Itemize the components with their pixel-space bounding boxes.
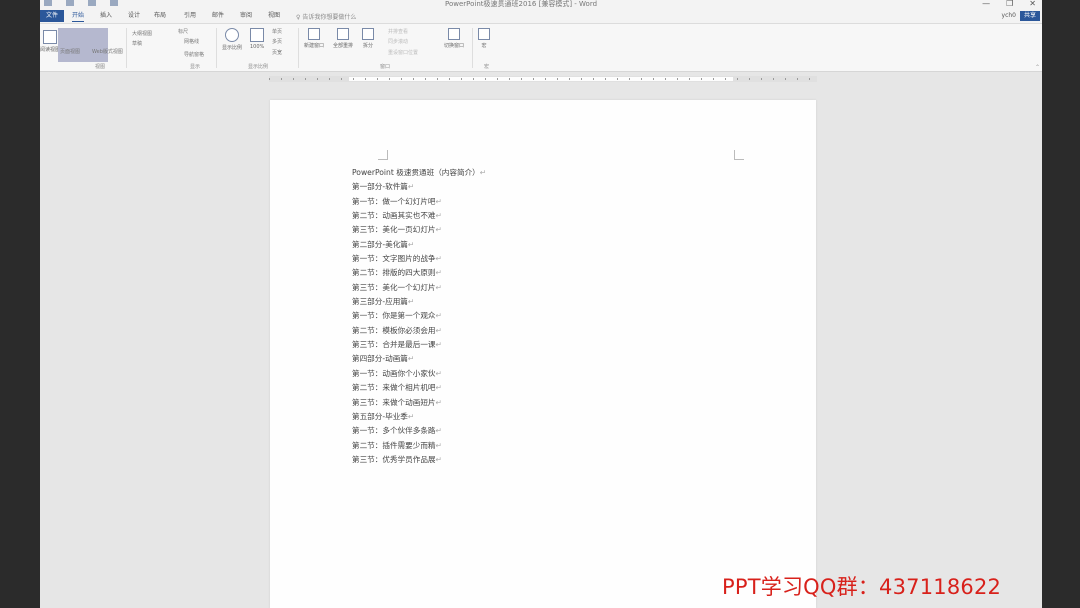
doc-line: 第一节：多个伙伴多条路↵: [352, 426, 442, 436]
margin-corner-top-right: [734, 150, 744, 160]
page-icon: [250, 28, 265, 42]
new-window-icon: [308, 28, 320, 40]
reset-window-position-item[interactable]: 重设窗口位置: [388, 49, 418, 56]
one-page-item[interactable]: 单页: [272, 28, 282, 35]
doc-line: 第一节：动画你个小家伙↵: [352, 368, 442, 378]
group-separator: [216, 28, 217, 68]
right-dark-border: [1042, 0, 1080, 608]
qq-group-watermark: PPT学习QQ群：437118622: [722, 575, 1002, 599]
ribbon-tabs: 文件 开始 插入 设计 布局 引用 邮件 审阅 视图 ♀ 告诉我你想要做什么 y…: [40, 8, 1042, 24]
title-bar: PowerPoint极速贯通班2016 [兼容模式] - Word — ❐ ✕: [40, 0, 1042, 8]
group-show-label: 显示: [190, 64, 201, 70]
tab-mailings[interactable]: 邮件: [212, 11, 224, 21]
doc-line: 第三节：优秀学员作品展↵: [352, 454, 442, 464]
quick-access-toolbar: [44, 0, 118, 8]
macros-icon: [478, 28, 490, 40]
page-width-item[interactable]: 页宽: [272, 49, 282, 56]
doc-line: 第一节：文字图片的战争↵: [352, 254, 442, 264]
ribbon: 阅读视图 页面视图 Web版式视图 视图 大纲视图 草稿 标尺 网格线 导航窗格…: [40, 24, 1042, 72]
left-dark-border: [0, 0, 40, 608]
arrange-all-icon: [337, 28, 349, 40]
doc-line: 第二节：模板你必须会用↵: [352, 325, 442, 335]
doc-line: 第二节：来做个相片机吧↵: [352, 383, 442, 393]
undo-icon[interactable]: [66, 0, 74, 6]
macros-button[interactable]: 宏: [478, 28, 490, 49]
horizontal-ruler[interactable]: [269, 76, 817, 82]
document-page[interactable]: PowerPoint 极速贯通班（内容简介）↵ 第一部分-软件篇↵ 第一节：做一…: [270, 100, 816, 608]
share-button[interactable]: 共享: [1020, 11, 1040, 21]
group-zoom-label: 显示比例: [248, 64, 269, 70]
group-separator: [472, 28, 473, 68]
ruler-checkbox[interactable]: 标尺: [178, 28, 188, 35]
document-body[interactable]: PowerPoint 极速贯通班（内容简介）↵ 第一部分-软件篇↵ 第一节：做一…: [352, 166, 732, 467]
tell-me-text: 告诉我你想要做什么: [302, 14, 357, 21]
window-controls: — ❐ ✕: [982, 0, 1036, 8]
split-button[interactable]: 拆分: [362, 28, 374, 49]
margin-corner-top-left: [378, 150, 388, 160]
doc-line: 第三节：美化一个幻灯片↵: [352, 282, 442, 292]
doc-line: 第三节：合并是最后一课↵: [352, 340, 442, 350]
read-mode-button[interactable]: 阅读视图: [40, 30, 60, 53]
group-macros-label: 宏: [484, 64, 490, 70]
group-separator: [126, 28, 127, 68]
doc-line: 第一部分-软件篇↵: [352, 182, 415, 192]
word-window: PowerPoint极速贯通班2016 [兼容模式] - Word — ❐ ✕ …: [40, 0, 1042, 608]
tab-insert[interactable]: 插入: [100, 11, 112, 21]
doc-line: 第二节：排版的四大原则↵: [352, 268, 442, 278]
view-side-by-side-item[interactable]: 并排查看: [388, 28, 408, 35]
group-separator: [298, 28, 299, 68]
arrange-all-button[interactable]: 全部重排: [333, 28, 353, 49]
zoom-100-button[interactable]: 100%: [250, 28, 264, 50]
switch-windows-button[interactable]: 切换窗口: [444, 28, 464, 49]
gridlines-checkbox[interactable]: 网格线: [184, 38, 199, 45]
group-window-label: 窗口: [380, 64, 391, 70]
new-window-button[interactable]: 新建窗口: [304, 28, 324, 49]
sync-scrolling-item[interactable]: 同步滚动: [388, 38, 408, 45]
tell-me-box[interactable]: ♀ 告诉我你想要做什么: [296, 12, 356, 21]
redo-icon[interactable]: [88, 0, 96, 6]
doc-title-line: PowerPoint 极速贯通班（内容简介）↵: [352, 168, 487, 177]
doc-line: 第二部分-美化篇↵: [352, 239, 415, 249]
draft-item[interactable]: 草稿: [132, 40, 142, 47]
restore-button[interactable]: ❐: [1006, 0, 1013, 8]
file-tab[interactable]: 文件: [40, 10, 64, 22]
group-views-label: 视图: [95, 64, 106, 70]
doc-line: 第三部分-应用篇↵: [352, 297, 415, 307]
doc-line: 第三节：美化一页幻灯片↵: [352, 225, 442, 235]
print-layout-label: 页面视图: [60, 49, 81, 55]
doc-line: 第三节：来做个动画短片↵: [352, 397, 442, 407]
navigation-pane-checkbox[interactable]: 导航窗格: [184, 51, 204, 58]
lightbulb-icon: ♀: [296, 14, 301, 21]
print-layout-thumbnail[interactable]: [58, 28, 108, 62]
zoom-button[interactable]: 显示比例: [222, 28, 242, 51]
customize-icon[interactable]: [110, 0, 118, 6]
collapse-ribbon-icon[interactable]: ⌃: [1035, 64, 1040, 71]
doc-line: 第五部分-毕业季↵: [352, 411, 415, 421]
tab-references[interactable]: 引用: [184, 11, 196, 21]
doc-line: 第二节：插件需要少而精↵: [352, 440, 442, 450]
tab-design[interactable]: 设计: [128, 11, 140, 21]
read-mode-icon: [43, 30, 57, 44]
multiple-pages-item[interactable]: 多页: [272, 38, 282, 45]
tab-view[interactable]: 视图: [268, 11, 280, 21]
user-name[interactable]: ych0: [1002, 12, 1016, 19]
web-layout-label[interactable]: Web版式视图: [92, 48, 123, 55]
save-icon[interactable]: [44, 0, 52, 6]
doc-line: 第四部分-动画篇↵: [352, 354, 415, 364]
outline-view-item[interactable]: 大纲视图: [132, 30, 152, 37]
close-button[interactable]: ✕: [1029, 0, 1036, 8]
magnifier-icon: [225, 28, 239, 42]
tab-review[interactable]: 审阅: [240, 11, 252, 21]
doc-line: 第一节：你是第一个观众↵: [352, 311, 442, 321]
tab-layout[interactable]: 布局: [154, 11, 166, 21]
tab-home[interactable]: 开始: [72, 11, 85, 22]
switch-windows-icon: [448, 28, 460, 40]
minimize-button[interactable]: —: [982, 0, 990, 8]
split-icon: [362, 28, 374, 40]
doc-line: 第二节：动画其实也不难↵: [352, 211, 442, 221]
doc-line: 第一节：做一个幻灯片吧↵: [352, 196, 442, 206]
ruler-ticks: [269, 78, 817, 80]
